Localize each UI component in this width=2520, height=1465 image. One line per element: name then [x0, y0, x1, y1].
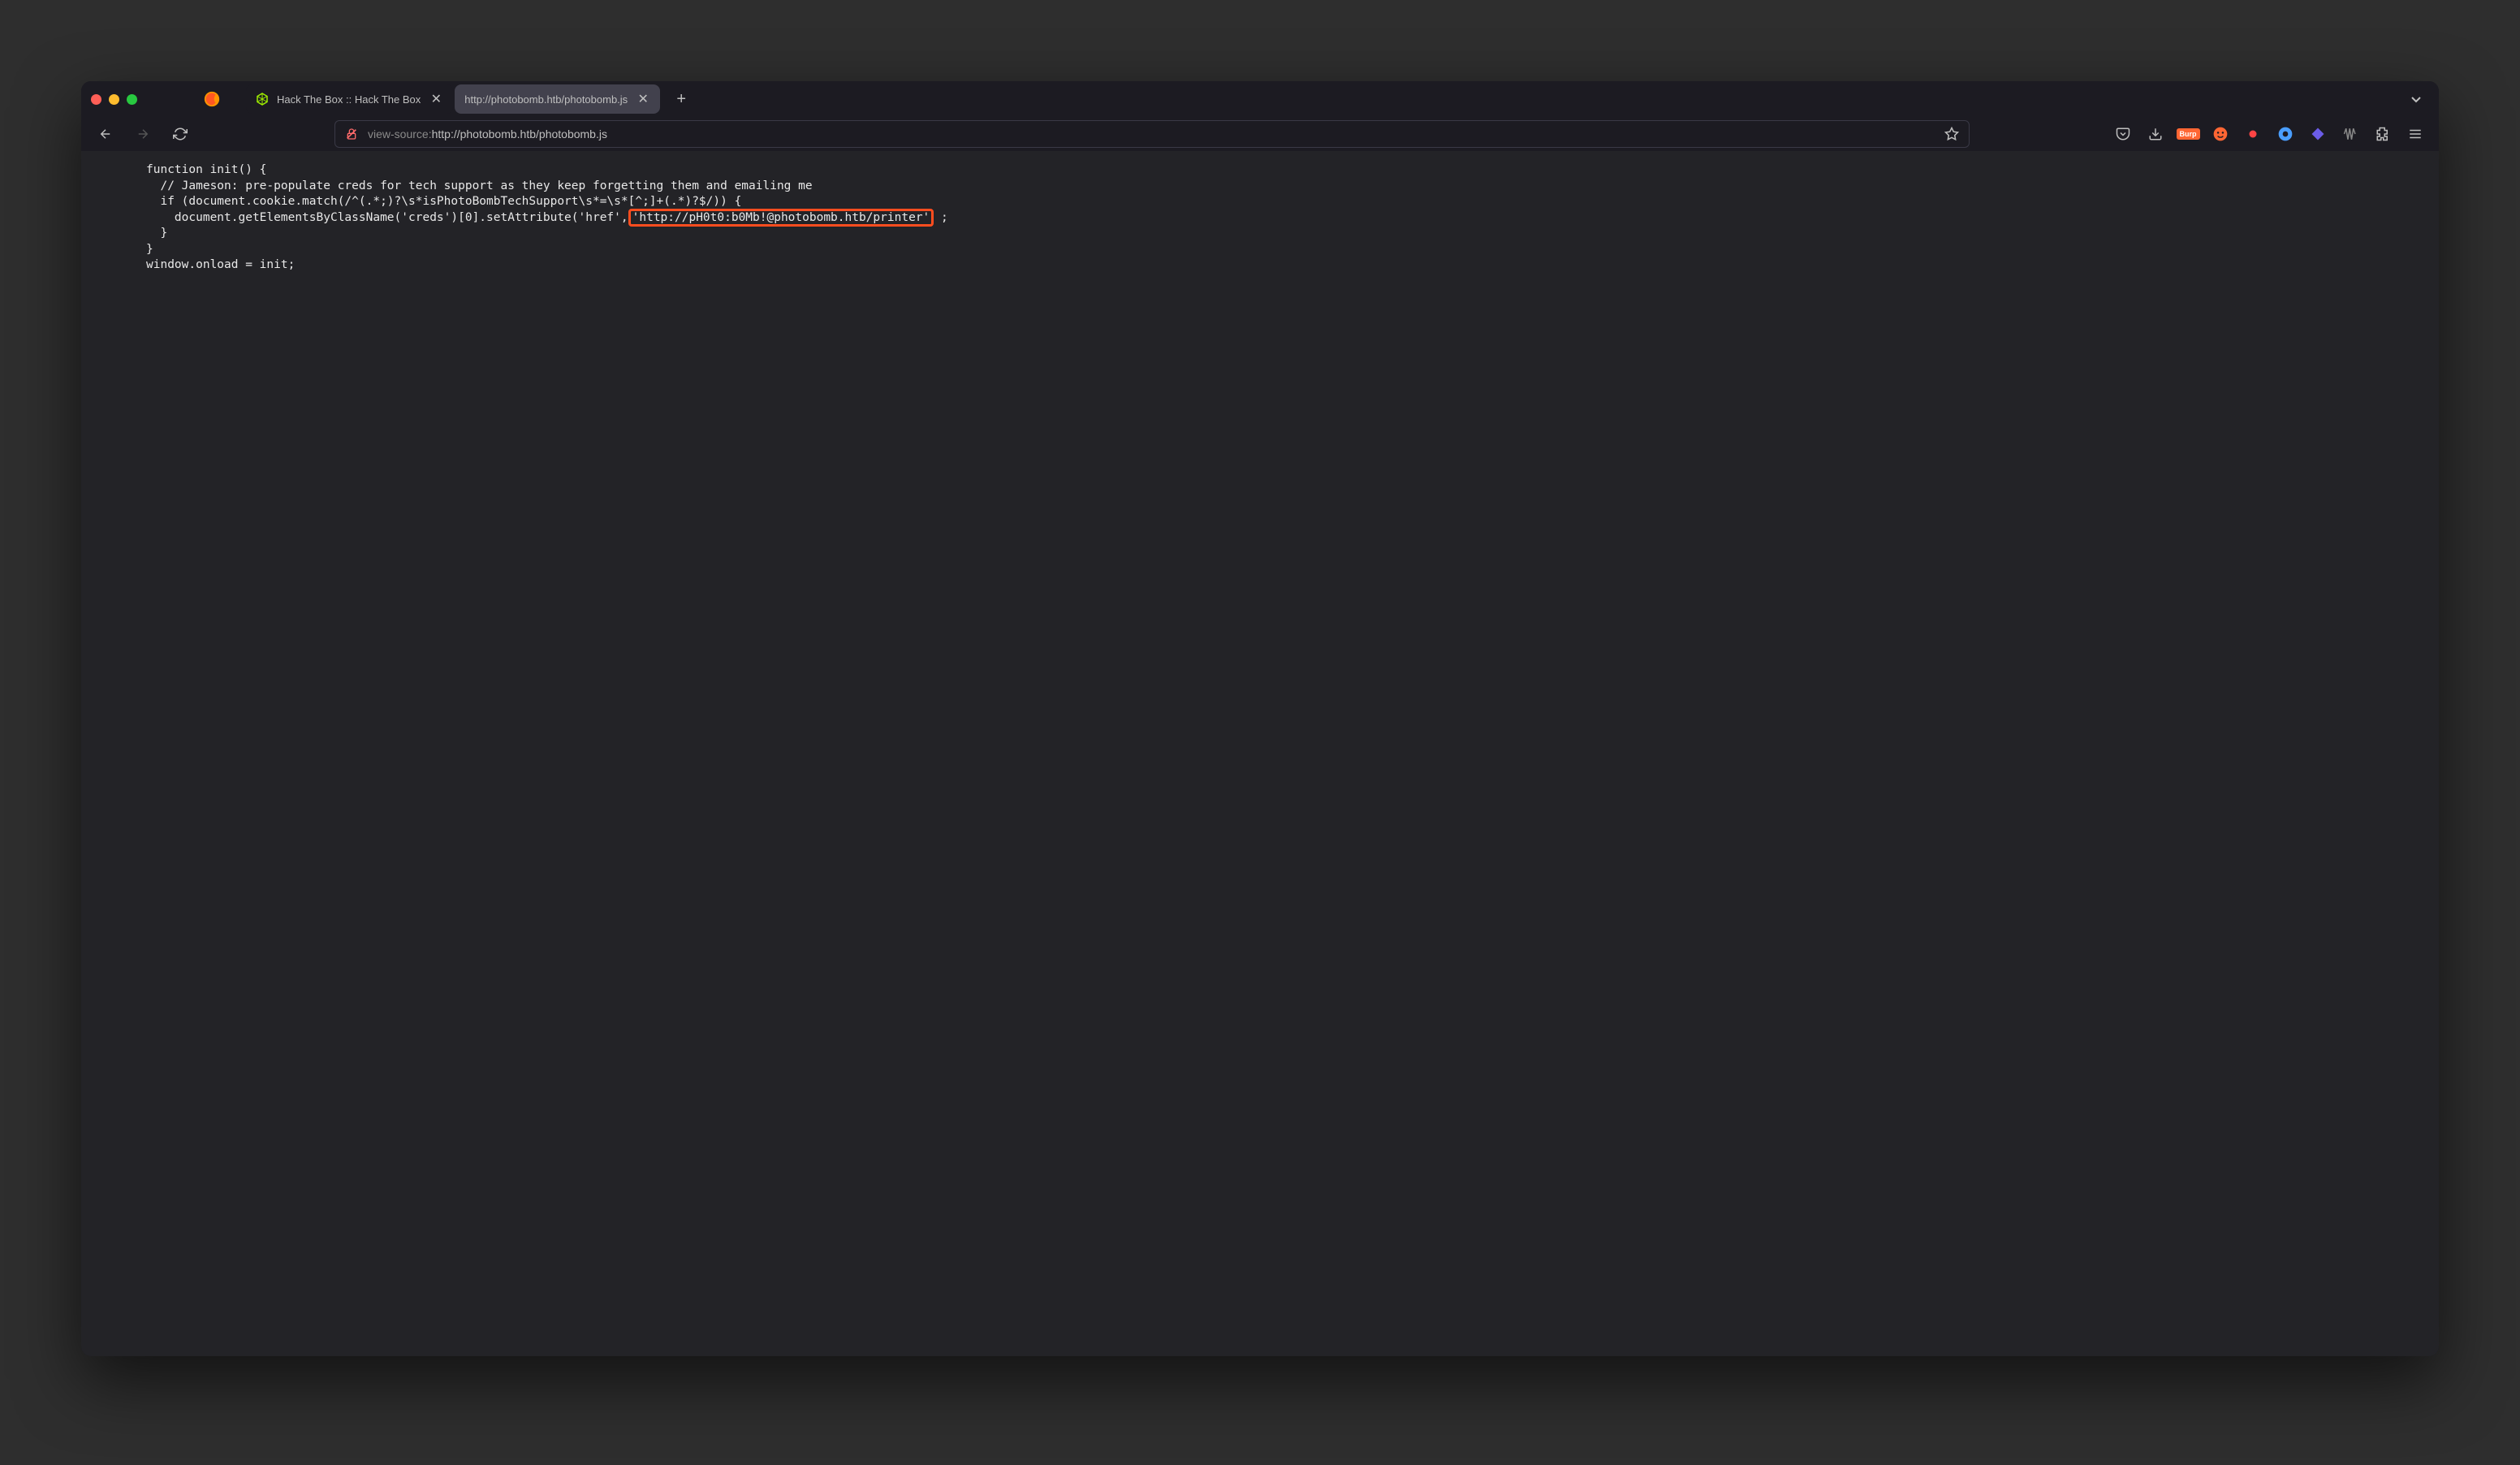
extensions-icon[interactable] — [2371, 122, 2395, 146]
tab-title: http://photobomb.htb/photobomb.js — [464, 93, 628, 106]
extension-icon-1[interactable] — [2241, 122, 2265, 146]
tab-bar: Hack The Box :: Hack The Box ✕ http://ph… — [81, 81, 2439, 117]
extension-icon-2[interactable] — [2273, 122, 2298, 146]
minimize-window-button[interactable] — [109, 94, 119, 105]
hacker-extension-icon[interactable] — [2208, 122, 2233, 146]
menu-icon[interactable] — [2403, 122, 2427, 146]
insecure-lock-icon — [345, 127, 358, 140]
tabs-dropdown-button[interactable] — [2403, 93, 2429, 106]
address-bar[interactable]: view-source:http://photobomb.htb/photobo… — [334, 120, 1970, 148]
download-icon[interactable] — [2143, 122, 2168, 146]
firefox-icon — [202, 89, 222, 109]
htb-favicon-icon — [256, 93, 269, 106]
forward-button[interactable] — [130, 121, 156, 147]
maximize-window-button[interactable] — [127, 94, 137, 105]
extension-icon-4[interactable] — [2338, 122, 2362, 146]
source-code: function init() { // Jameson: pre-popula… — [146, 162, 2374, 274]
extension-icon-3[interactable] — [2306, 122, 2330, 146]
reload-button[interactable] — [167, 121, 193, 147]
url-text: view-source:http://photobomb.htb/photobo… — [368, 127, 1935, 140]
tab-title: Hack The Box :: Hack The Box — [277, 93, 421, 106]
pocket-icon[interactable] — [2111, 122, 2135, 146]
tab-photobomb[interactable]: http://photobomb.htb/photobomb.js ✕ — [455, 84, 660, 114]
browser-window: Hack The Box :: Hack The Box ✕ http://ph… — [81, 81, 2439, 1356]
new-tab-button[interactable]: + — [668, 86, 694, 112]
tab-hackthebox[interactable]: Hack The Box :: Hack The Box ✕ — [246, 84, 453, 114]
back-button[interactable] — [93, 121, 119, 147]
nav-bar: view-source:http://photobomb.htb/photobo… — [81, 117, 2439, 151]
close-tab-icon[interactable]: ✕ — [429, 92, 443, 106]
page-content: function init() { // Jameson: pre-popula… — [81, 151, 2439, 1356]
close-window-button[interactable] — [91, 94, 101, 105]
highlighted-credentials: 'http://pH0t0:b0Mb!@photobomb.htb/printe… — [628, 209, 934, 227]
toolbar-icons: Burp — [2111, 122, 2427, 146]
traffic-lights — [91, 94, 137, 105]
close-tab-icon[interactable]: ✕ — [636, 92, 650, 106]
burp-extension-icon[interactable]: Burp — [2176, 122, 2200, 146]
bookmark-star-icon[interactable] — [1944, 127, 1959, 141]
tabs-container: Hack The Box :: Hack The Box ✕ http://ph… — [246, 84, 660, 114]
